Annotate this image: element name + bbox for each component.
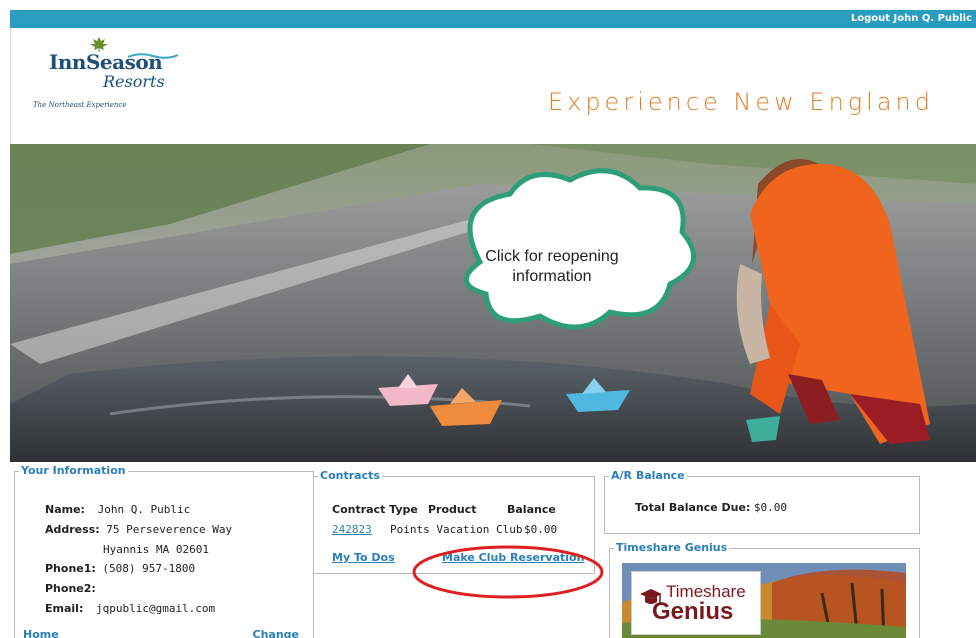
contract-product: Points Vacation Club (390, 523, 523, 536)
address-line2: Hyannis MA 02601 (103, 543, 209, 556)
your-information-panel: Your Information Name: John Q. Public Ad… (14, 464, 314, 638)
address-row: Address: 75 Perseverence Way (45, 523, 232, 536)
contracts-title: Contracts (318, 469, 382, 482)
timeshare-genius-title: Timeshare Genius (614, 541, 730, 554)
brand-name: InnSeason (49, 50, 163, 74)
home-link[interactable]: Home (23, 628, 59, 638)
email-value: jqpublic@gmail.com (95, 602, 216, 615)
ar-balance-title: A/R Balance (609, 469, 687, 482)
hero-banner[interactable]: Click for reopening information (10, 144, 976, 462)
phone1-row: Phone1: (508) 957-1800 (45, 562, 195, 575)
site-header: InnSeason Resorts The Northeast Experien… (10, 28, 976, 144)
timeshare-genius-banner[interactable]: Timeshare Genius (622, 563, 906, 638)
top-bar: Logout John Q. Public (10, 10, 976, 28)
address-line1: 75 Perseverence Way (106, 523, 233, 536)
product-header: Product (428, 503, 477, 516)
highlight-circle (412, 545, 604, 599)
phone2-label: Phone2: (45, 582, 96, 595)
phone1-label: Phone1: (45, 562, 96, 575)
phone2-row: Phone2: (45, 582, 96, 595)
phone1-value: (508) 957-1800 (102, 562, 196, 575)
contract-type-header: Contract Type (332, 503, 418, 516)
brand-subname: Resorts (103, 72, 165, 91)
innseason-logo[interactable]: InnSeason Resorts The Northeast Experien… (33, 34, 183, 124)
timeshare-genius-panel: Timeshare Genius Timeshare Genius (609, 541, 920, 638)
brand-tagline: The Northeast Experience (33, 101, 127, 109)
your-information-title: Your Information (19, 464, 128, 477)
contract-number-link[interactable]: 242823 (332, 523, 372, 536)
my-todos-link[interactable]: My To Dos (332, 551, 395, 564)
reopening-info-text[interactable]: Click for reopening information (468, 247, 636, 287)
total-balance-value: $0.00 (753, 501, 787, 514)
name-value: John Q. Public (97, 503, 191, 516)
name-row: Name: John Q. Public (45, 503, 190, 516)
total-balance-row: Total Balance Due: $0.00 (635, 501, 787, 514)
contract-balance: $0.00 (524, 523, 558, 536)
timeshare-genius-logo: Timeshare Genius (631, 571, 761, 635)
ar-balance-panel: A/R Balance Total Balance Due: $0.00 (604, 469, 920, 534)
balance-header: Balance (507, 503, 556, 516)
total-balance-label: Total Balance Due: (635, 501, 751, 514)
logo-line2: Genius (652, 598, 734, 625)
hero-image (10, 144, 976, 462)
logout-link[interactable]: Logout John Q. Public (851, 13, 972, 24)
name-label: Name: (45, 503, 85, 516)
email-label: Email: (45, 602, 84, 615)
header-slogan: Experience New England (547, 88, 934, 116)
email-row: Email: jqpublic@gmail.com (45, 602, 215, 615)
address-label: Address: (45, 523, 100, 536)
change-link[interactable]: Change (253, 628, 300, 638)
